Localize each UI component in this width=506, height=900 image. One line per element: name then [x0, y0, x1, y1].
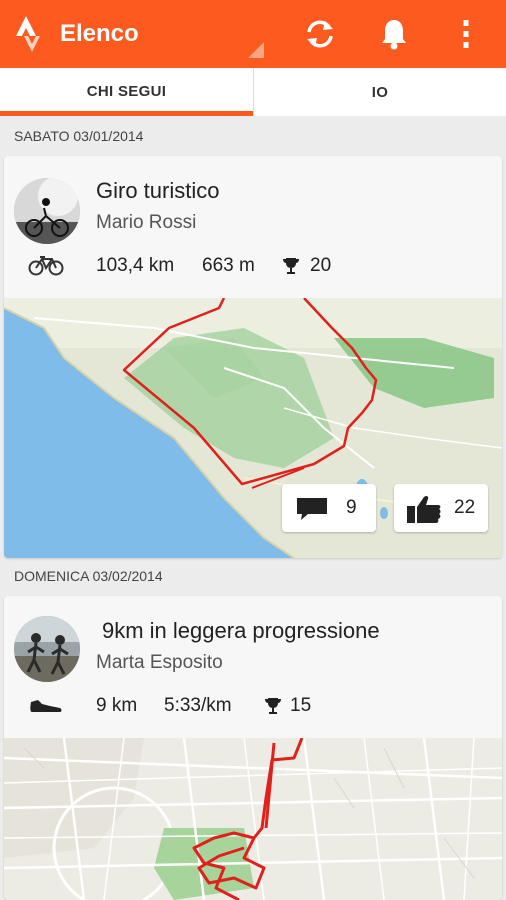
- feed-date-header: DOMENICA 03/02/2014: [14, 568, 163, 584]
- athlete-name[interactable]: Mario Rossi: [96, 212, 196, 234]
- elevation-stat: 663 m: [202, 255, 255, 276]
- tab-chi-segui[interactable]: CHI SEGUI: [0, 68, 253, 116]
- route-map[interactable]: 9 22: [4, 298, 502, 558]
- trophy-icon: [283, 258, 299, 274]
- achievements-count: 15: [290, 695, 312, 716]
- notifications-button[interactable]: [374, 14, 414, 54]
- dropdown-indicator[interactable]: [248, 42, 264, 58]
- feed-date-header: SABATO 03/01/2014: [14, 128, 144, 144]
- activity-card[interactable]: 9km in leggera progressione Marta Esposi…: [4, 596, 502, 900]
- more-vert-icon: [463, 20, 469, 48]
- bell-icon: [382, 20, 406, 50]
- route-map[interactable]: [4, 738, 502, 900]
- strava-logo-icon[interactable]: [16, 16, 48, 52]
- comments-button[interactable]: 9: [282, 484, 376, 532]
- activity-card[interactable]: Giro turistico Mario Rossi 103,4 km 663 …: [4, 156, 502, 558]
- thumbs-up-icon: [407, 495, 441, 523]
- activity-title[interactable]: 9km in leggera progressione: [102, 618, 380, 644]
- app-bar: Elenco: [0, 0, 506, 68]
- avatar[interactable]: [14, 616, 80, 682]
- comment-icon: [297, 498, 327, 520]
- overflow-menu-button[interactable]: [446, 14, 486, 54]
- tab-io[interactable]: IO: [253, 68, 506, 116]
- distance-stat: 9 km: [96, 695, 138, 716]
- kudos-count: 22: [454, 497, 476, 518]
- bike-icon: [28, 256, 64, 276]
- athlete-name[interactable]: Marta Esposito: [96, 652, 223, 674]
- comments-count: 9: [346, 497, 357, 518]
- achievements-count: 20: [310, 255, 332, 276]
- app-title: Elenco: [60, 20, 139, 47]
- sync-icon: [307, 20, 333, 48]
- pace-stat: 5:33/km: [164, 695, 232, 716]
- activity-title[interactable]: Giro turistico: [96, 178, 219, 204]
- running-shoe-icon: [30, 700, 62, 712]
- distance-stat: 103,4 km: [96, 255, 175, 276]
- tab-bar: CHI SEGUI IO: [0, 68, 506, 116]
- avatar[interactable]: [14, 178, 80, 244]
- sync-button[interactable]: [300, 14, 340, 54]
- trophy-icon: [265, 698, 281, 714]
- kudos-button[interactable]: 22: [394, 484, 488, 532]
